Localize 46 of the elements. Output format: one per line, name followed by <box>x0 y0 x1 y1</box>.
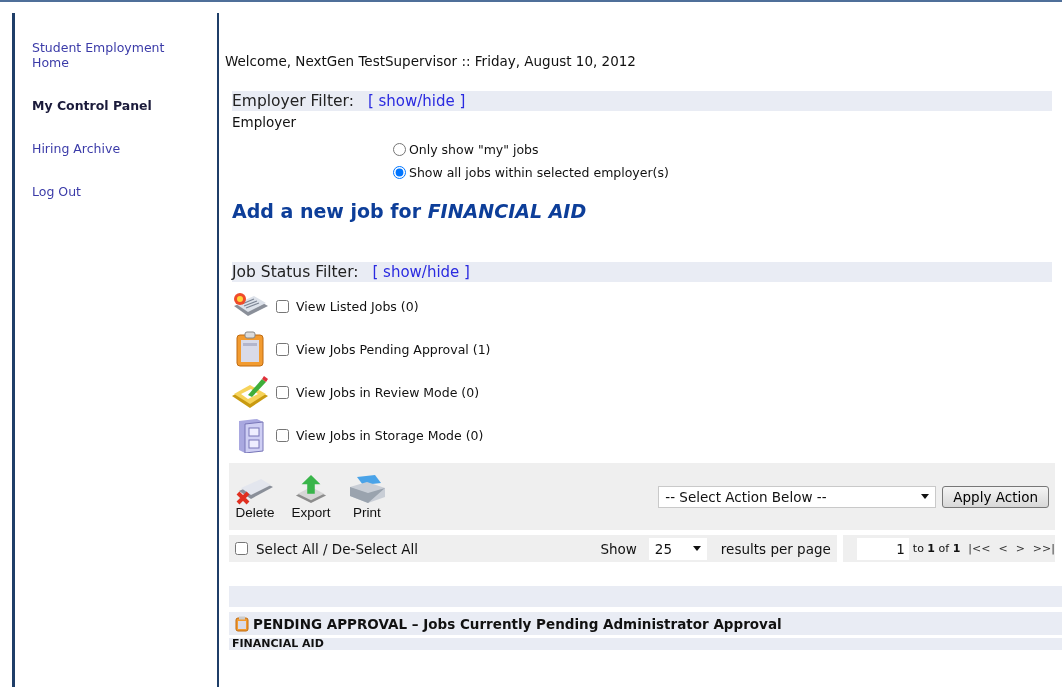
radio-button[interactable] <box>393 143 406 156</box>
toolbar-button[interactable]: Delete <box>235 473 275 520</box>
checkbox-label: View Jobs in Review Mode (0) <box>296 384 480 400</box>
pencil-note-icon <box>230 374 270 410</box>
page-nav-link[interactable]: |<< <box>968 542 991 555</box>
toolbar-button[interactable]: Export <box>291 473 331 520</box>
sidebar-link[interactable]: My Control Panel <box>32 98 192 113</box>
caret-icon <box>921 494 930 499</box>
checkbox-label: View Jobs in Storage Mode (0) <box>296 427 484 443</box>
page-field[interactable]: 1 <box>856 537 909 560</box>
section-title: PENDING APPROVAL – Jobs Currently Pending Administrator Approval <box>253 615 782 632</box>
show-hide-link[interactable]: [ show/hide ] <box>372 263 470 281</box>
checkbox[interactable] <box>235 542 248 555</box>
action-dropdown[interactable]: -- Select Action Below -- <box>658 485 937 508</box>
show-label: Show <box>600 540 637 557</box>
show-hide-link[interactable]: [ show/hide ] <box>367 92 466 110</box>
sidebar-link[interactable]: Log Out <box>32 184 192 199</box>
radio-label: Show all jobs within selected employer(s) <box>409 165 669 180</box>
sidebar-link[interactable]: Student Employment Home <box>32 40 192 70</box>
employer-label: Employer <box>232 114 298 130</box>
checkbox-label: View Listed Jobs (0) <box>296 298 419 314</box>
apply-action-button[interactable]: Apply Action <box>942 485 1049 508</box>
checkbox[interactable] <box>276 428 289 442</box>
checkbox[interactable] <box>276 385 289 399</box>
checkbox[interactable] <box>276 299 289 313</box>
caret-icon <box>692 546 701 551</box>
toolbar-button[interactable]: Print <box>347 473 387 520</box>
radio-label: Only show "my" jobs <box>409 142 539 157</box>
checkbox[interactable] <box>276 342 289 356</box>
filter-title: Employer Filter: <box>232 92 354 110</box>
page-nav-link[interactable]: < <box>998 542 1008 555</box>
page-info: to 1 of 1 <box>912 542 961 555</box>
page-nav-link[interactable]: > <box>1015 542 1025 555</box>
radio-button[interactable] <box>393 166 406 179</box>
per-page-label: results per page <box>720 540 831 557</box>
printer-icon <box>347 473 387 505</box>
clipboard-icon <box>235 615 249 632</box>
page-nav-link[interactable]: >>| <box>1032 542 1055 555</box>
per-page-dropdown[interactable]: 25 <box>648 537 707 560</box>
add-job-link[interactable]: Add a new job for FINANCIAL AID <box>232 200 1062 222</box>
filter-title: Job Status Filter: <box>232 263 359 281</box>
welcome-text: Welcome, NextGen TestSupervisor :: Friday, August 10, 2012 <box>225 53 637 69</box>
checkbox-label: View Jobs Pending Approval (1) <box>296 341 491 357</box>
group-heading: FINANCIAL AID <box>229 638 1062 650</box>
sidebar-link[interactable]: Hiring Archive <box>32 141 192 156</box>
select-all-label: Select All / De-Select All <box>256 540 419 557</box>
